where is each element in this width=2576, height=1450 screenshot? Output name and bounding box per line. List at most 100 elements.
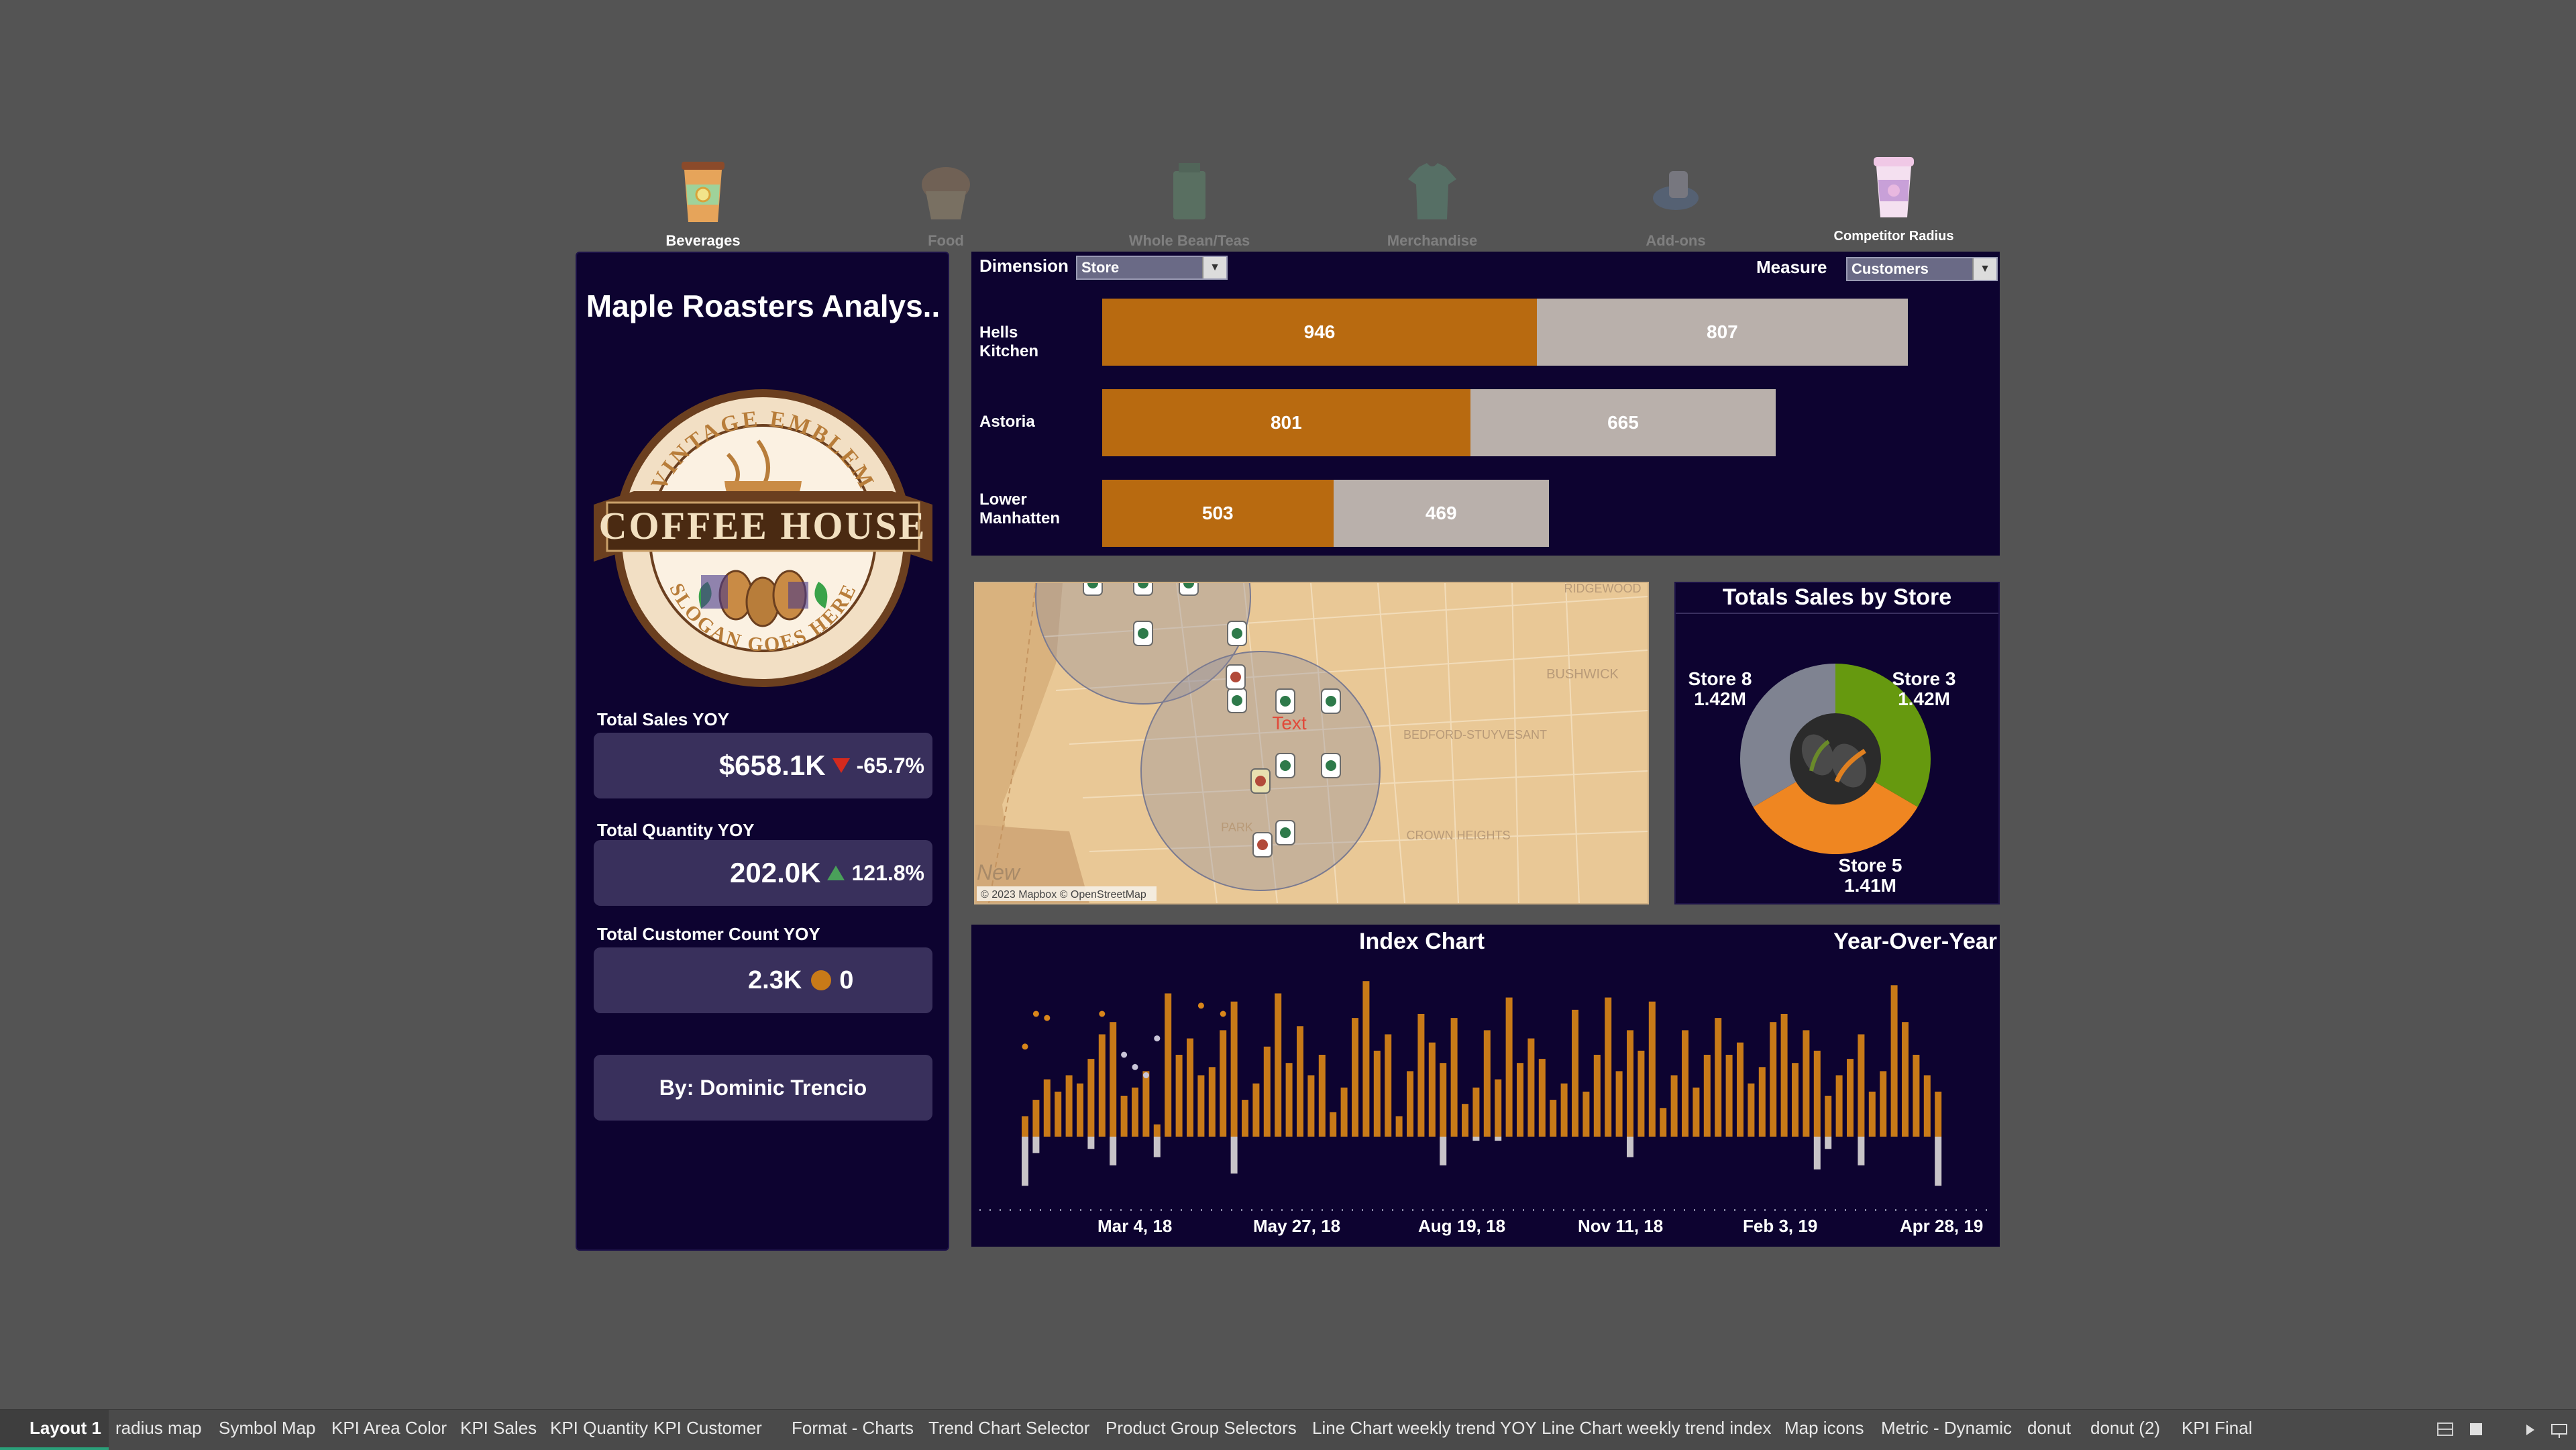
index-bar-positive[interactable] <box>1550 1100 1557 1137</box>
index-bar-positive[interactable] <box>1703 1055 1711 1137</box>
index-bar-positive[interactable] <box>1560 1083 1568 1137</box>
index-bar-positive[interactable] <box>1770 1022 1777 1137</box>
index-bar-positive[interactable] <box>1275 993 1282 1137</box>
index-bar-positive[interactable] <box>1175 1055 1183 1137</box>
index-bar-positive[interactable] <box>1780 1014 1788 1137</box>
index-bar-positive[interactable] <box>1682 1030 1688 1137</box>
sheet-tab[interactable]: Format - Charts <box>792 1418 914 1439</box>
index-bar-positive[interactable] <box>1285 1063 1293 1137</box>
index-dot[interactable] <box>1022 1043 1028 1050</box>
pie-chart[interactable]: Store 3 1.42M Store 5 1.41M Store 8 1.42… <box>1676 583 1998 903</box>
index-bar-positive[interactable] <box>1847 1059 1854 1137</box>
sheet-tab[interactable]: KPI Final <box>2182 1418 2253 1439</box>
index-bar-positive[interactable] <box>1153 1124 1161 1137</box>
index-bar-positive[interactable] <box>1373 1050 1381 1137</box>
index-bar-negative[interactable] <box>1110 1137 1117 1166</box>
index-bar-positive[interactable] <box>1318 1055 1326 1137</box>
bar-current-lower-manhatten[interactable]: 503 <box>1102 480 1334 547</box>
index-bar-positive[interactable] <box>1055 1091 1062 1137</box>
nav-merchandise[interactable]: Merchandise <box>1332 158 1533 250</box>
index-bar-positive[interactable] <box>1187 1038 1193 1137</box>
nav-beverages[interactable]: Beverages <box>602 158 804 250</box>
map-canvas[interactable]: RIDGEWOOD BUSHWICK BEDFORD-STUYVESANT CR… <box>975 583 1648 903</box>
index-dot[interactable] <box>1154 1035 1161 1042</box>
index-bar-positive[interactable] <box>1208 1067 1216 1137</box>
sheet-tab[interactable]: KPI Area Color <box>331 1418 447 1439</box>
store-cup-icon[interactable] <box>1083 583 1103 596</box>
index-bar-positive[interactable] <box>1132 1087 1138 1137</box>
index-bar-positive[interactable] <box>1472 1087 1480 1137</box>
dimension-select[interactable]: Store ▼ <box>1076 256 1228 280</box>
index-bar-positive[interactable] <box>1660 1108 1667 1137</box>
index-bar-negative[interactable] <box>1153 1137 1161 1157</box>
competitor-radius-map[interactable]: RIDGEWOOD BUSHWICK BEDFORD-STUYVESANT CR… <box>974 582 1649 904</box>
index-bar-negative[interactable] <box>1440 1137 1447 1166</box>
sheet-tab[interactable]: Layout 1 <box>30 1418 101 1439</box>
bar-current-hells-kitchen[interactable]: 946 <box>1102 299 1537 366</box>
index-bar-positive[interactable] <box>1737 1042 1743 1137</box>
index-bar-positive[interactable] <box>1627 1030 1633 1137</box>
sheet-tab[interactable]: KPI Customer <box>653 1418 762 1439</box>
index-bar-positive[interactable] <box>1385 1034 1392 1137</box>
index-bar-positive[interactable] <box>1362 981 1370 1137</box>
bar-previous-hells-kitchen[interactable]: 807 <box>1537 299 1908 366</box>
sheet-tab[interactable]: Map icons <box>1784 1418 1864 1439</box>
store-cup-icon[interactable] <box>1275 820 1295 845</box>
index-bar-positive[interactable] <box>1725 1055 1733 1137</box>
index-bar-negative[interactable] <box>1230 1137 1238 1174</box>
index-bar-positive[interactable] <box>1428 1042 1436 1137</box>
index-dot[interactable] <box>1099 1011 1106 1017</box>
index-bar-positive[interactable] <box>1935 1091 1942 1137</box>
index-bar-positive[interactable] <box>1263 1046 1271 1137</box>
index-bar-positive[interactable] <box>1230 1001 1238 1137</box>
index-dot[interactable] <box>1132 1064 1138 1070</box>
index-bar-positive[interactable] <box>1352 1018 1358 1137</box>
store-cup-icon[interactable] <box>1275 753 1295 778</box>
index-bar-positive[interactable] <box>1407 1071 1413 1137</box>
index-bar-positive[interactable] <box>1582 1091 1590 1137</box>
nav-food[interactable]: Food <box>845 158 1046 250</box>
index-bar-positive[interactable] <box>1792 1063 1799 1137</box>
measure-select[interactable]: Customers ▼ <box>1846 257 1998 281</box>
index-dot[interactable] <box>1220 1011 1226 1017</box>
sheet-tab[interactable]: Product Group Selectors <box>1106 1418 1297 1439</box>
competitor-cup-icon[interactable] <box>1252 832 1273 858</box>
index-bar-positive[interactable] <box>1165 993 1172 1137</box>
index-bar-positive[interactable] <box>1098 1034 1106 1137</box>
present-icon[interactable] <box>2549 1420 2571 1439</box>
index-dot[interactable] <box>1142 1072 1149 1078</box>
index-bar-negative[interactable] <box>1495 1137 1502 1141</box>
index-bar-positive[interactable] <box>1517 1063 1523 1137</box>
index-bar-positive[interactable] <box>1670 1075 1678 1137</box>
store-cup-icon[interactable] <box>1321 688 1341 714</box>
index-bar-negative[interactable] <box>1472 1137 1480 1141</box>
index-bar-positive[interactable] <box>1242 1100 1248 1137</box>
index-bar-negative[interactable] <box>1813 1137 1821 1170</box>
sheet-tab[interactable]: Line Chart weekly trend index <box>1542 1418 1772 1439</box>
index-bar-positive[interactable] <box>1638 1050 1645 1137</box>
index-bar-positive[interactable] <box>1527 1038 1535 1137</box>
index-bar-positive[interactable] <box>1648 1001 1656 1137</box>
play-icon[interactable] <box>2522 1420 2538 1439</box>
index-bar-positive[interactable] <box>1197 1075 1205 1137</box>
index-bar-positive[interactable] <box>1572 1009 1578 1137</box>
index-bar-negative[interactable] <box>1858 1137 1865 1166</box>
index-bar-positive[interactable] <box>1615 1071 1623 1137</box>
sheet-tab[interactable]: Symbol Map <box>219 1418 316 1439</box>
index-bar-positive[interactable] <box>1593 1055 1601 1137</box>
index-bar-positive[interactable] <box>1142 1071 1150 1137</box>
sheet-tab[interactable]: Metric - Dynamic <box>1881 1418 2012 1439</box>
index-bar-positive[interactable] <box>1715 1018 1722 1137</box>
index-bar-positive[interactable] <box>1835 1075 1843 1137</box>
index-dot[interactable] <box>1121 1051 1128 1058</box>
index-bar-negative[interactable] <box>1087 1137 1095 1149</box>
store-cup-icon[interactable] <box>1133 621 1153 646</box>
grid-view-icon[interactable] <box>2435 1419 2455 1439</box>
index-dot[interactable] <box>1197 1002 1204 1009</box>
index-bar-positive[interactable] <box>1868 1091 1876 1137</box>
index-dot[interactable] <box>1044 1015 1051 1021</box>
index-bar-positive[interactable] <box>1032 1100 1040 1137</box>
index-bar-positive[interactable] <box>1022 1116 1028 1137</box>
index-bar-positive[interactable] <box>1880 1071 1887 1137</box>
index-bar-positive[interactable] <box>1495 1079 1502 1137</box>
